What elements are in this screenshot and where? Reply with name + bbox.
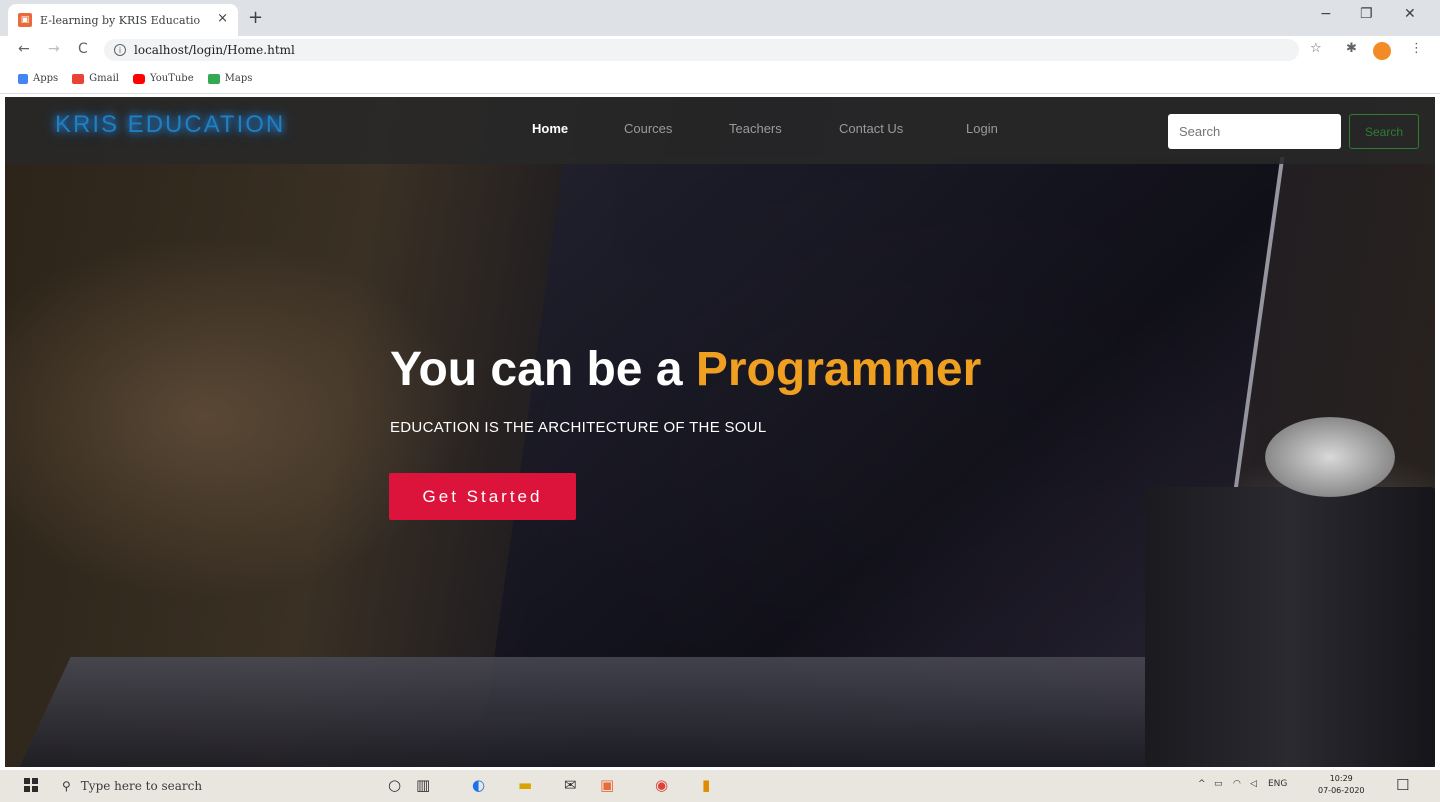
wifi-icon[interactable]: ◠ bbox=[1233, 779, 1241, 789]
task-view-icon[interactable]: ▥ bbox=[416, 776, 430, 794]
browser-tabstrip: ▣ E-learning by KRIS Education × + − ❐ ✕ bbox=[0, 0, 1440, 36]
nav-link-home[interactable]: Home bbox=[532, 121, 624, 136]
file-explorer-icon[interactable]: ▬ bbox=[518, 776, 532, 794]
back-button[interactable]: ← bbox=[18, 41, 30, 57]
tab-title: E-learning by KRIS Education bbox=[40, 13, 200, 27]
minimize-button[interactable]: − bbox=[1320, 6, 1332, 22]
language-indicator[interactable]: ENG bbox=[1268, 779, 1287, 789]
hero-subtitle: EDUCATION IS THE ARCHITECTURE OF THE SOU… bbox=[390, 419, 767, 436]
bookmark-star-icon[interactable]: ☆ bbox=[1310, 41, 1322, 56]
tab-close-icon[interactable]: × bbox=[217, 11, 228, 26]
site-brand-logo[interactable]: KRIS EDUCATION bbox=[55, 111, 285, 139]
new-tab-button[interactable]: + bbox=[248, 7, 263, 28]
mail-icon[interactable]: ✉ bbox=[564, 776, 577, 794]
url-text[interactable]: localhost/login/Home.html bbox=[134, 43, 295, 57]
hero-title-accent: Programmer bbox=[695, 343, 982, 396]
tray-expand-icon[interactable]: ^ bbox=[1198, 779, 1206, 789]
windows-taskbar: ⚲ Type here to search ○ ▥ ◐ ▬ ✉ ▣ ◉ ▮ ^ … bbox=[0, 770, 1440, 802]
edge-browser-icon[interactable]: ◐ bbox=[472, 776, 485, 794]
search-icon: ⚲ bbox=[62, 779, 71, 793]
browser-menu-icon[interactable]: ⋮ bbox=[1410, 41, 1423, 56]
notification-center-icon[interactable]: ☐ bbox=[1396, 776, 1409, 794]
bookmark-apps[interactable]: Apps bbox=[18, 73, 58, 84]
taskbar-search-box[interactable]: ⚲ Type here to search bbox=[52, 772, 372, 800]
xampp-icon[interactable]: ▣ bbox=[600, 776, 614, 794]
gmail-icon bbox=[72, 73, 85, 84]
volume-icon[interactable]: ◁ bbox=[1250, 779, 1257, 789]
get-started-button[interactable]: Get Started bbox=[389, 473, 576, 520]
hero-background-cup bbox=[1145, 487, 1435, 767]
profile-avatar[interactable] bbox=[1373, 42, 1391, 60]
nav-links: Home Cources Teachers Contact Us Login bbox=[532, 121, 998, 136]
address-bar[interactable]: i localhost/login/Home.html bbox=[104, 39, 1299, 61]
maps-icon bbox=[207, 73, 220, 84]
hero-title-prefix: You can be a bbox=[390, 343, 696, 396]
nav-link-contact-us[interactable]: Contact Us bbox=[839, 121, 966, 136]
site-favicon-icon: ▣ bbox=[18, 13, 32, 27]
cortana-icon[interactable]: ○ bbox=[388, 776, 401, 794]
taskbar-clock[interactable]: 10:29 07-06-2020 bbox=[1318, 773, 1365, 797]
restore-button[interactable]: ❐ bbox=[1360, 6, 1373, 22]
bookmark-maps[interactable]: Maps bbox=[207, 73, 252, 84]
search-button[interactable]: Search bbox=[1349, 114, 1419, 149]
browser-tab[interactable]: ▣ E-learning by KRIS Education × bbox=[8, 4, 238, 36]
taskbar-search-placeholder: Type here to search bbox=[80, 779, 203, 793]
nav-link-cources[interactable]: Cources bbox=[624, 121, 729, 136]
battery-icon[interactable]: ▭ bbox=[1214, 779, 1223, 789]
nav-link-login[interactable]: Login bbox=[966, 121, 998, 136]
hero-title: You can be a Programmer bbox=[390, 342, 981, 397]
forward-button[interactable]: → bbox=[48, 41, 60, 57]
web-page: KRIS EDUCATION Home Cources Teachers Con… bbox=[5, 97, 1435, 767]
windows-start-icon[interactable] bbox=[24, 778, 38, 792]
clock-time: 10:29 bbox=[1329, 774, 1353, 783]
site-navbar: KRIS EDUCATION Home Cources Teachers Con… bbox=[5, 97, 1435, 164]
chrome-icon[interactable]: ◉ bbox=[655, 776, 668, 794]
search-input[interactable] bbox=[1168, 114, 1341, 149]
reload-button[interactable]: C bbox=[78, 41, 88, 57]
bookmark-gmail[interactable]: Gmail bbox=[72, 73, 119, 84]
browser-toolbar: ← → C i localhost/login/Home.html ☆ ✱ ⋮ bbox=[0, 36, 1440, 64]
clock-date: 07-06-2020 bbox=[1318, 786, 1365, 795]
extensions-icon[interactable]: ✱ bbox=[1346, 41, 1357, 56]
youtube-icon bbox=[133, 73, 145, 84]
site-info-icon[interactable]: i bbox=[114, 44, 126, 56]
nav-link-teachers[interactable]: Teachers bbox=[729, 121, 839, 136]
sublime-text-icon[interactable]: ▮ bbox=[702, 776, 710, 794]
hero-background-keyboard bbox=[19, 657, 1231, 767]
bookmark-youtube[interactable]: YouTube bbox=[133, 73, 194, 84]
apps-grid-icon bbox=[18, 73, 28, 84]
close-window-button[interactable]: ✕ bbox=[1404, 6, 1416, 22]
hero-background-cup-top bbox=[1265, 417, 1395, 497]
bookmarks-bar: Apps Gmail YouTube Maps bbox=[0, 64, 1440, 94]
